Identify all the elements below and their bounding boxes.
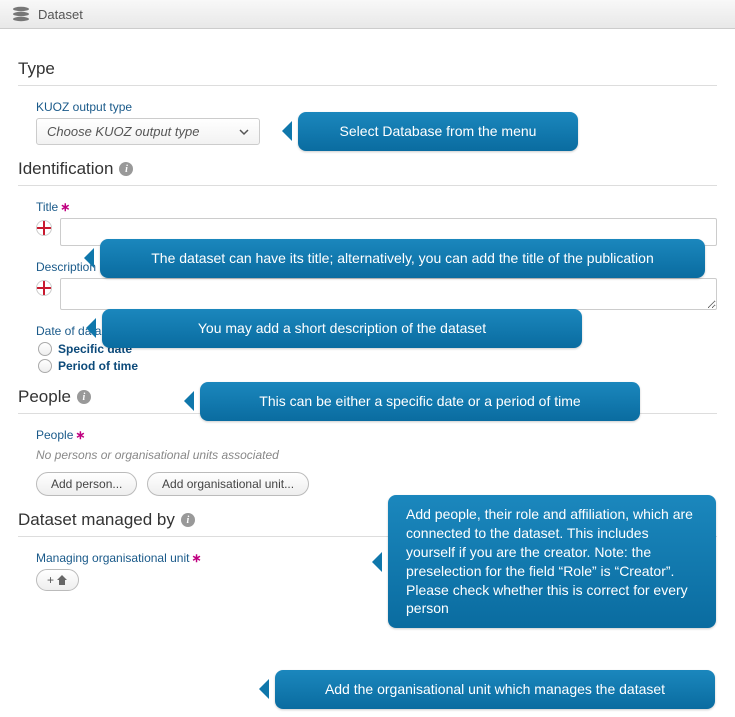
section-title-text: Dataset managed by bbox=[18, 510, 175, 530]
chevron-down-icon bbox=[239, 127, 249, 137]
info-icon[interactable]: i bbox=[119, 162, 133, 176]
kuoz-output-type-dropdown[interactable]: Choose KUOZ output type bbox=[36, 118, 260, 145]
radio-period-of-time[interactable]: Period of time bbox=[38, 359, 717, 373]
section-title-text: People bbox=[18, 387, 71, 407]
uk-flag-icon[interactable] bbox=[36, 280, 52, 296]
add-org-unit-button[interactable]: Add organisational unit... bbox=[147, 472, 309, 496]
people-label: People∗ bbox=[36, 428, 717, 442]
callout-description: You may add a short description of the d… bbox=[102, 309, 582, 348]
label-text: Managing organisational unit bbox=[36, 551, 189, 565]
section-title-text: Identification bbox=[18, 159, 113, 179]
plus-icon: + bbox=[47, 573, 54, 587]
callout-managing-org: Add the organisational unit which manage… bbox=[275, 670, 715, 709]
add-managing-org-button[interactable]: + bbox=[36, 569, 79, 591]
dropdown-placeholder: Choose KUOZ output type bbox=[47, 124, 199, 139]
home-icon bbox=[56, 574, 68, 586]
callout-people: Add people, their role and affiliation, … bbox=[388, 495, 716, 628]
section-rule bbox=[18, 85, 717, 86]
section-rule bbox=[18, 185, 717, 186]
callout-select-database: Select Database from the menu bbox=[298, 112, 578, 151]
description-input[interactable] bbox=[60, 278, 717, 310]
database-icon bbox=[12, 6, 30, 22]
label-text: Title bbox=[36, 200, 58, 214]
page-header: Dataset bbox=[0, 0, 735, 29]
section-title-type: Type bbox=[18, 59, 717, 79]
add-person-button[interactable]: Add person... bbox=[36, 472, 137, 496]
callout-title: The dataset can have its title; alternat… bbox=[100, 239, 705, 278]
radio-label-text: Period of time bbox=[58, 359, 138, 373]
label-text: People bbox=[36, 428, 73, 442]
uk-flag-icon[interactable] bbox=[36, 220, 52, 236]
info-icon[interactable]: i bbox=[181, 513, 195, 527]
required-marker: ∗ bbox=[60, 200, 70, 214]
radio-icon bbox=[38, 359, 52, 373]
info-icon[interactable]: i bbox=[77, 390, 91, 404]
required-marker: ∗ bbox=[75, 428, 85, 442]
header-title: Dataset bbox=[38, 7, 83, 22]
people-placeholder: No persons or organisational units assoc… bbox=[36, 448, 717, 462]
callout-date: This can be either a specific date or a … bbox=[200, 382, 640, 421]
title-label: Title∗ bbox=[36, 200, 717, 214]
required-marker: ∗ bbox=[191, 551, 201, 565]
radio-icon bbox=[38, 342, 52, 356]
section-title-identification: Identification i bbox=[18, 159, 717, 179]
